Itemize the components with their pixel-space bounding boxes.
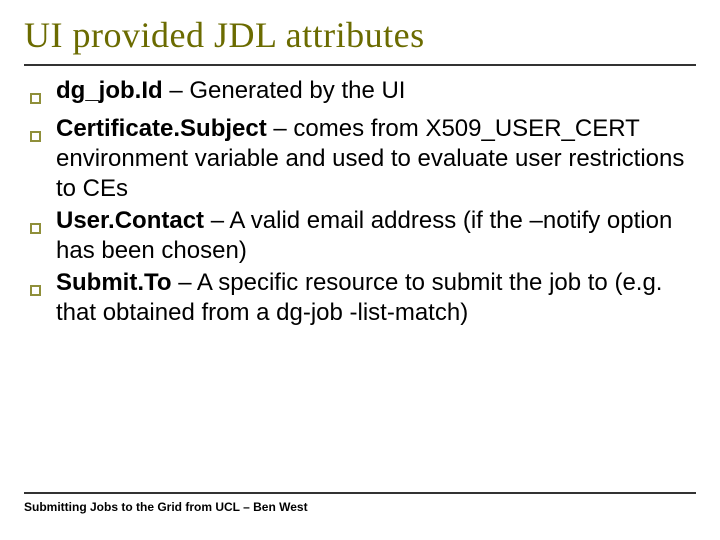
- list-item: Submit.To – A specific resource to submi…: [30, 268, 690, 328]
- square-bullet-icon: [30, 114, 56, 204]
- slide: UI provided JDL attributes dg_job.Id – G…: [0, 0, 720, 540]
- footer: Submitting Jobs to the Grid from UCL – B…: [24, 484, 696, 514]
- square-bullet-icon: [30, 76, 56, 112]
- square-bullet-icon: [30, 206, 56, 266]
- list-item-text: dg_job.Id – Generated by the UI: [56, 76, 690, 112]
- list-item-text: Submit.To – A specific resource to submi…: [56, 268, 690, 328]
- footer-divider: [24, 492, 696, 494]
- list-item: dg_job.Id – Generated by the UI: [30, 76, 690, 112]
- list-item-text: Certificate.Subject – comes from X509_US…: [56, 114, 690, 204]
- footer-text: Submitting Jobs to the Grid from UCL – B…: [24, 500, 696, 514]
- slide-title: UI provided JDL attributes: [0, 0, 720, 60]
- square-bullet-icon: [30, 268, 56, 328]
- list-item: User.Contact – A valid email address (if…: [30, 206, 690, 266]
- body-list: dg_job.Id – Generated by the UI Certific…: [0, 66, 720, 328]
- list-item-text: User.Contact – A valid email address (if…: [56, 206, 690, 266]
- list-item: Certificate.Subject – comes from X509_US…: [30, 114, 690, 204]
